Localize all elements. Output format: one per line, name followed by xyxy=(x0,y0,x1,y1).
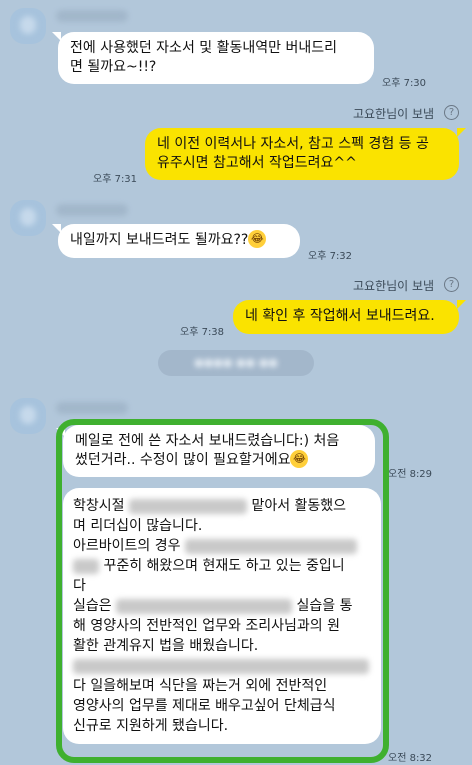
message-time: 오후 7:32 xyxy=(308,251,353,262)
contact-avatar[interactable] xyxy=(10,398,46,434)
bubble-tail xyxy=(457,300,466,309)
sender-name-redacted xyxy=(56,204,128,216)
bubble-tail xyxy=(457,128,466,137)
message-time: 오전 8:29 xyxy=(388,469,433,480)
message-text: 전에 사용했던 자소서 및 활동내역만 버내드리 xyxy=(70,40,337,56)
message-time: 오후 7:30 xyxy=(382,78,427,89)
question-circle-icon[interactable]: ? xyxy=(444,105,459,120)
contact-avatar[interactable] xyxy=(10,8,46,44)
message-text: 유주시면 참고해서 작업드려요^^ xyxy=(157,155,357,171)
sender-name-redacted xyxy=(56,10,128,22)
message-text: 면 될까요~!!? xyxy=(70,59,157,75)
sent-by-label: 고요한님이 보냄 xyxy=(353,279,435,293)
laughing-tears-emoji-icon: 😂 xyxy=(248,230,267,248)
message-time: 오전 8:32 xyxy=(388,753,433,764)
message-time: 오후 7:31 xyxy=(93,174,138,185)
contact-avatar[interactable] xyxy=(10,200,46,236)
message-bubble-sent[interactable]: 네 확인 후 작업해서 보내드려요. xyxy=(233,300,459,334)
date-divider: ●●●● ●● ●● xyxy=(158,350,314,376)
message-text: 네 확인 후 작업해서 보내드려요. xyxy=(245,308,435,324)
question-circle-icon[interactable]: ? xyxy=(444,277,459,292)
sent-by-label: 고요한님이 보냄 xyxy=(353,107,435,121)
message-bubble-received[interactable]: 전에 사용했던 자소서 및 활동내역만 버내드리 면 될까요~!!? xyxy=(58,32,374,84)
message-time: 오후 7:38 xyxy=(180,327,225,338)
message-text: 내일까지 보내드려도 될까요?? xyxy=(70,232,249,248)
highlight-frame xyxy=(56,419,389,763)
sender-name-redacted xyxy=(56,402,128,414)
message-bubble-received[interactable]: 내일까지 보내드려도 될까요?? 😂 xyxy=(58,224,300,258)
message-text: 네 이전 이력서나 자소서, 참고 스펙 경험 등 공 xyxy=(157,136,429,152)
message-bubble-sent[interactable]: 네 이전 이력서나 자소서, 참고 스펙 경험 등 공 유주시면 참고해서 작업… xyxy=(145,128,459,180)
